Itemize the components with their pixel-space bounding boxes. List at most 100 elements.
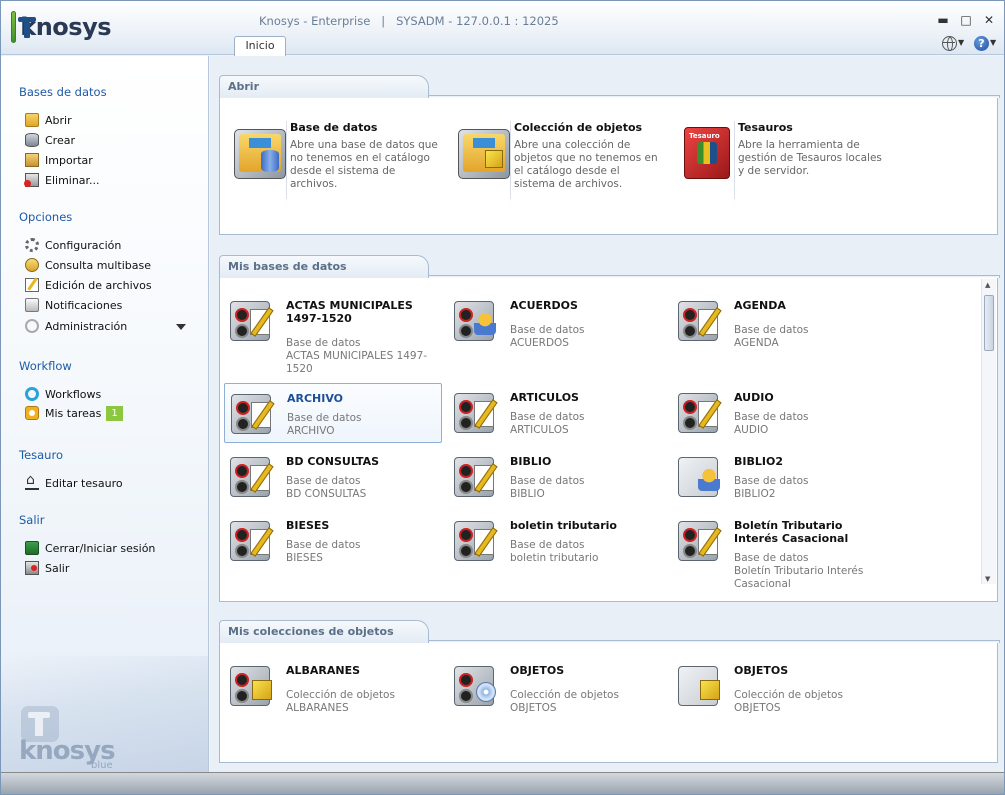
database-type: Base de datos — [510, 475, 585, 487]
sidebar-item-label: Editar tesauro — [45, 476, 123, 490]
exit-icon — [25, 561, 39, 575]
tasks-count-badge: 1 — [106, 405, 123, 421]
scroll-thumb[interactable] — [984, 295, 994, 351]
thesaurus-book-icon: Tesauro — [680, 125, 736, 181]
sidebar-item-label: Crear — [45, 133, 75, 147]
database-title: ACTAS MUNICIPALES 1497-1520 — [286, 299, 413, 325]
vertical-scrollbar[interactable]: ▲ ▼ — [981, 279, 996, 584]
import-icon — [25, 153, 39, 167]
database-title: BIBLIO — [510, 455, 552, 468]
gear-icon — [25, 238, 39, 252]
sidebar-item-notificaciones[interactable]: Notificaciones — [25, 296, 122, 314]
database-name: BD CONSULTAS — [286, 488, 367, 500]
collection-icon — [452, 662, 502, 708]
database-name: BIESES — [286, 552, 323, 564]
database-tile-selected[interactable]: ARCHIVO Base de datos ARCHIVO — [224, 383, 442, 443]
open-collection-tile[interactable]: Colección de objetos Abre una colección … — [452, 119, 667, 199]
panel-mis-colecciones: Mis colecciones de objetos ALBARANES Col… — [219, 620, 1000, 763]
book-label: Tesauro — [689, 132, 720, 140]
sidebar-item-configuracion[interactable]: Configuración — [25, 236, 121, 254]
database-name: BIBLIO2 — [734, 488, 776, 500]
sidebar-item-label: Eliminar... — [45, 173, 100, 187]
maximize-icon[interactable]: □ — [959, 13, 973, 27]
collection-type: Colección de objetos — [286, 689, 395, 701]
database-tile[interactable]: AUDIO Base de datos AUDIO — [672, 383, 890, 443]
database-icon — [228, 453, 278, 499]
open-database-tile[interactable]: Base de datos Abre una base de datos que… — [228, 119, 443, 199]
collection-type: Colección de objetos — [734, 689, 843, 701]
tasks-icon — [25, 406, 39, 420]
database-icon — [452, 389, 502, 435]
app-window: knosys Knosys - Enterprise | SYSADM - 12… — [0, 0, 1005, 795]
chevron-down-icon[interactable] — [176, 324, 186, 330]
panel-title: Mis colecciones de objetos — [219, 620, 429, 643]
open-thesaurus-tile[interactable]: Tesauro Tesauros Abre la herramienta de … — [676, 119, 891, 199]
app-logo: knosys — [11, 9, 111, 45]
sidebar-watermark: knosys blue — [1, 656, 208, 772]
database-icon — [452, 453, 502, 499]
collection-tile[interactable]: OBJETOS Colección de objetos OBJETOS — [448, 656, 666, 716]
scroll-up-icon[interactable]: ▲ — [985, 281, 990, 289]
database-type: Base de datos — [734, 324, 809, 336]
help-button[interactable]: ? ▼ — [974, 35, 996, 51]
database-tile[interactable]: BD CONSULTAS Base de datos BD CONSULTAS — [224, 447, 442, 507]
section-workflow: Workflow — [19, 359, 72, 373]
tile-title: Colección de objetos — [514, 121, 643, 134]
sidebar-item-label: Administración — [45, 319, 128, 333]
database-tile[interactable]: ACTAS MUNICIPALES 1497-1520 Base de dato… — [224, 291, 442, 375]
collection-tile[interactable]: ALBARANES Colección de objetos ALBARANES — [224, 656, 442, 716]
minimize-icon[interactable]: ▬ — [936, 13, 950, 27]
sidebar-item-administracion[interactable]: Administración — [25, 317, 127, 335]
sidebar-item-importar[interactable]: Importar — [25, 151, 93, 169]
multibase-icon — [25, 258, 39, 272]
sidebar-item-label: Notificaciones — [45, 298, 123, 312]
collection-name: ALBARANES — [286, 702, 349, 714]
sidebar-item-consulta-multibase[interactable]: Consulta multibase — [25, 256, 151, 274]
workflow-icon — [25, 387, 39, 401]
panel-mis-bases: Mis bases de datos ACTAS MUNICIPALES 149… — [219, 255, 1000, 602]
database-tile[interactable]: Boletín Tributario Interés Casacional Ba… — [672, 511, 890, 590]
collection-icon — [676, 662, 726, 708]
tile-description: Abre la herramienta de gestión de Tesaur… — [738, 139, 882, 177]
sidebar-item-edicion-archivos[interactable]: Edición de archivos — [25, 276, 152, 294]
sidebar-item-workflows[interactable]: Workflows — [25, 385, 101, 403]
database-tile[interactable]: AGENDA Base de datos AGENDA — [672, 291, 890, 351]
sidebar-item-cerrar-sesion[interactable]: Cerrar/Iniciar sesión — [25, 539, 155, 557]
collection-tile[interactable]: OBJETOS Colección de objetos OBJETOS — [672, 656, 890, 716]
sidebar-item-mis-tareas[interactable]: Mis tareas 1 — [25, 404, 123, 422]
database-type: Base de datos — [734, 552, 809, 564]
database-icon — [228, 517, 278, 563]
sidebar-item-salir[interactable]: Salir — [25, 559, 69, 577]
tab-inicio[interactable]: Inicio — [234, 36, 286, 56]
tile-description: Abre una base de datos que no tenemos en… — [290, 139, 438, 190]
knosys-logo-icon — [11, 11, 38, 43]
session-icon — [25, 541, 39, 555]
close-icon[interactable]: ✕ — [982, 13, 996, 27]
database-tile[interactable]: ARTICULOS Base de datos ARTICULOS — [448, 383, 666, 443]
scroll-down-icon[interactable]: ▼ — [985, 575, 990, 583]
sidebar-item-abrir[interactable]: Abrir — [25, 111, 72, 129]
chevron-down-icon: ▼ — [990, 38, 997, 47]
database-tile[interactable]: boletin tributario Base de datos boletin… — [448, 511, 666, 571]
database-type: Base de datos — [510, 411, 585, 423]
database-tile[interactable]: BIBLIO Base de datos BIBLIO — [448, 447, 666, 507]
language-button[interactable]: ▼ — [942, 35, 964, 51]
database-icon — [228, 297, 278, 343]
database-name: AGENDA — [734, 337, 779, 349]
section-opciones: Opciones — [19, 210, 73, 224]
sidebar-item-eliminar[interactable]: Eliminar... — [24, 171, 100, 189]
panel-header: Mis bases de datos — [219, 255, 1000, 278]
sidebar-item-crear[interactable]: Crear — [25, 131, 75, 149]
database-tile[interactable]: BIBLIO2 Base de datos BIBLIO2 — [672, 447, 890, 507]
window-title: Knosys - Enterprise | SYSADM - 127.0.0.1… — [259, 14, 559, 28]
collection-icon — [228, 662, 278, 708]
panel-header-line — [429, 95, 1000, 98]
section-bases-de-datos: Bases de datos — [19, 85, 107, 99]
database-icon — [452, 297, 502, 343]
status-bar — [1, 772, 1004, 794]
database-tile[interactable]: BIESES Base de datos BIESES — [224, 511, 442, 571]
sidebar-item-label: Mis tareas — [45, 406, 102, 420]
sidebar-item-label: Configuración — [45, 238, 122, 252]
database-tile[interactable]: ACUERDOS Base de datos ACUERDOS — [448, 291, 666, 351]
sidebar-item-editar-tesauro[interactable]: Editar tesauro — [25, 472, 123, 492]
